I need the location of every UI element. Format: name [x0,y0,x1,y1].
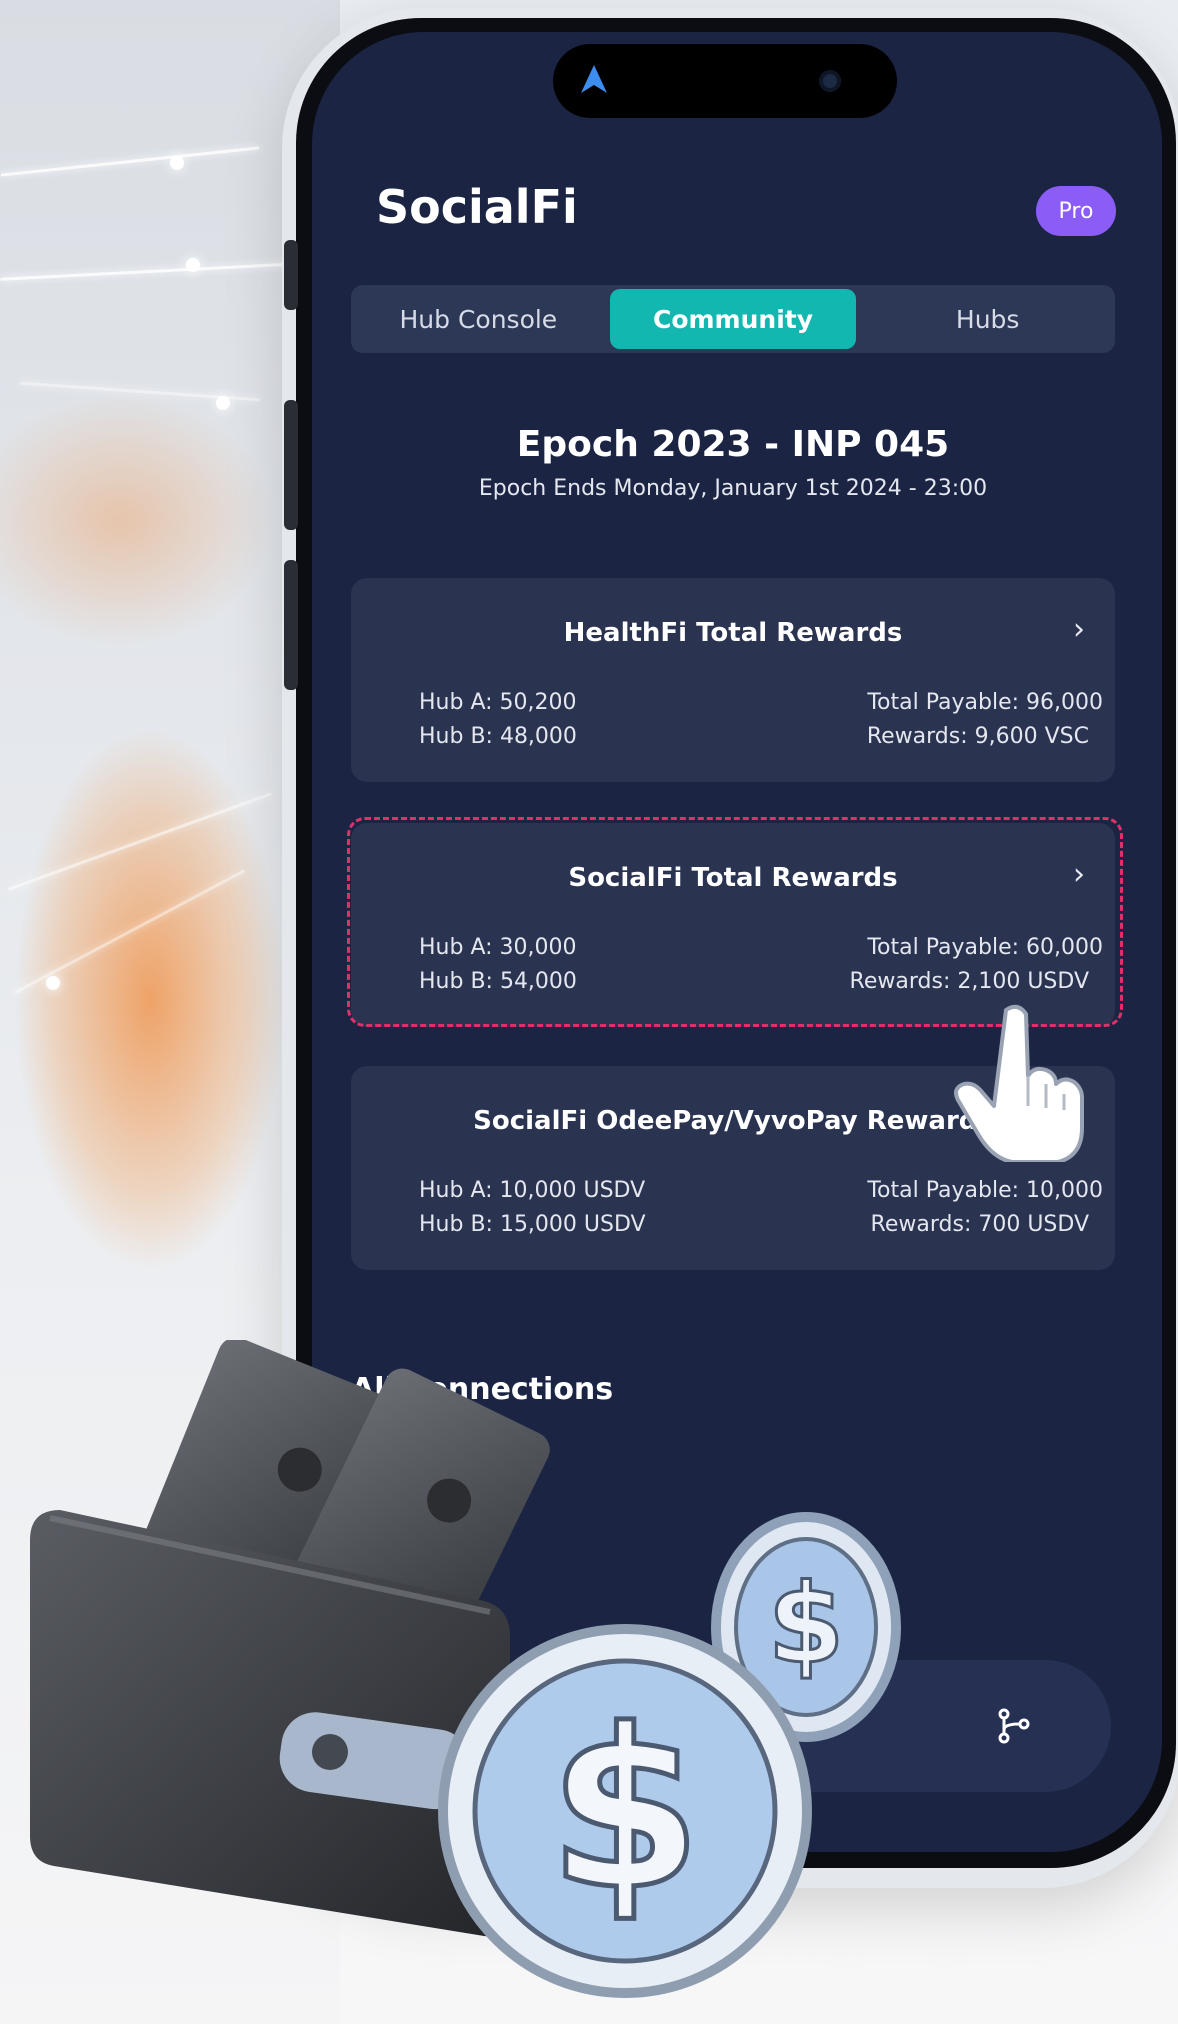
pro-badge[interactable]: Pro [1036,186,1116,236]
hub-a-value: Hub A: 10,000 USDV [419,1178,646,1203]
camera-icon [819,70,841,92]
epoch-title: Epoch 2023 - INP 045 [516,424,950,465]
selection-highlight [347,817,1123,1027]
svg-text:$: $ [548,1682,701,1938]
rewards-value: Rewards: 9,600 VSC [866,724,1089,749]
phone-volume-down [284,560,298,690]
total-payable: Total Payable: 96,000 [867,690,1103,715]
hub-a-value: Hub A: 50,200 [419,690,577,715]
chevron-right-icon[interactable]: › [1073,612,1085,647]
dynamic-island [553,44,897,118]
tab-bar: Hub Console Community Hubs [351,285,1115,353]
app-logo-icon [581,65,607,93]
coin-illustration: $ [438,1624,812,1998]
phone-volume-up [284,400,298,530]
share-network-icon[interactable] [994,1706,1034,1746]
healthfi-rewards-card[interactable]: HealthFi Total Rewards › Hub A: 50,200 H… [351,578,1115,782]
tab-hub-console[interactable]: Hub Console [355,289,602,349]
page-title: SocialFi [376,180,578,234]
rewards-value: Rewards: 700 USDV [870,1212,1089,1237]
total-payable: Total Payable: 10,000 [867,1178,1103,1203]
tab-hubs[interactable]: Hubs [864,289,1111,349]
hub-b-value: Hub B: 48,000 [419,724,577,749]
tab-community[interactable]: Community [609,289,857,349]
card-title: HealthFi Total Rewards [563,618,903,648]
pointing-hand-cursor-icon [954,1004,1084,1162]
epoch-subtitle: Epoch Ends Monday, January 1st 2024 - 23… [478,476,988,501]
phone-side-button [284,240,298,310]
hub-b-value: Hub B: 15,000 USDV [419,1212,646,1237]
